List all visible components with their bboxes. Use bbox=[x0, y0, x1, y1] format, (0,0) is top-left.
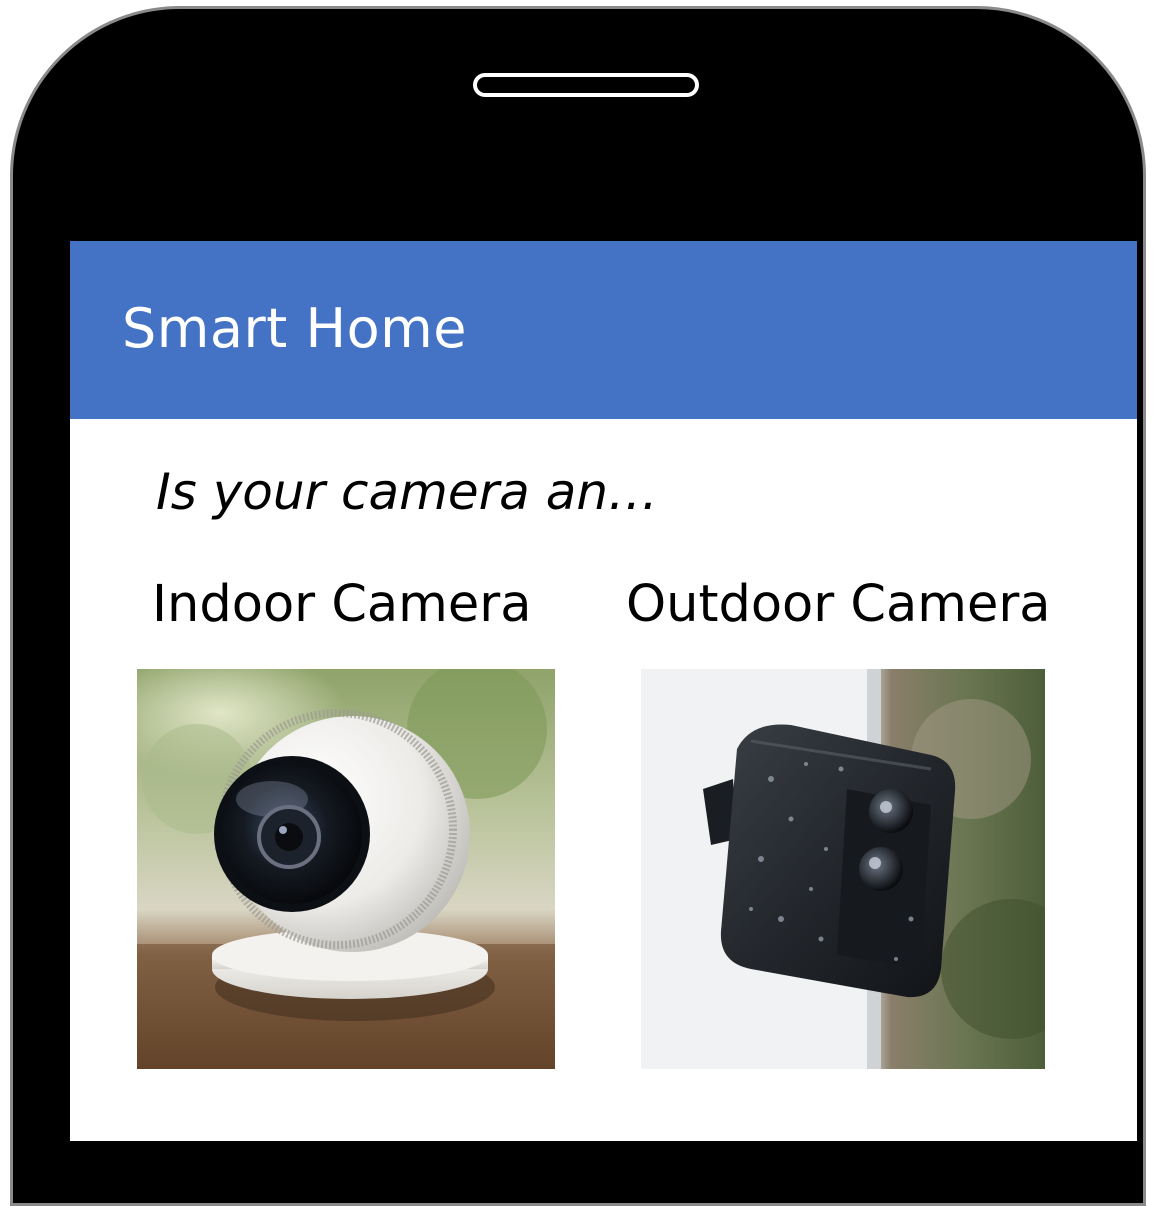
indoor-camera-option[interactable] bbox=[137, 669, 555, 1069]
phone-frame: Smart Home Is your camera an… Indoor Cam… bbox=[10, 6, 1146, 1206]
indoor-camera-image bbox=[137, 669, 555, 1069]
outdoor-camera-image bbox=[641, 669, 1045, 1069]
indoor-camera-label[interactable]: Indoor Camera bbox=[152, 575, 531, 634]
camera-type-question: Is your camera an… bbox=[156, 463, 659, 521]
app-bar: Smart Home bbox=[70, 241, 1137, 419]
speaker-slot bbox=[473, 73, 699, 97]
outdoor-camera-option[interactable] bbox=[641, 669, 1045, 1069]
phone-screen: Smart Home Is your camera an… Indoor Cam… bbox=[70, 241, 1137, 1141]
app-title: Smart Home bbox=[122, 297, 467, 360]
outdoor-camera-label[interactable]: Outdoor Camera bbox=[626, 575, 1051, 634]
